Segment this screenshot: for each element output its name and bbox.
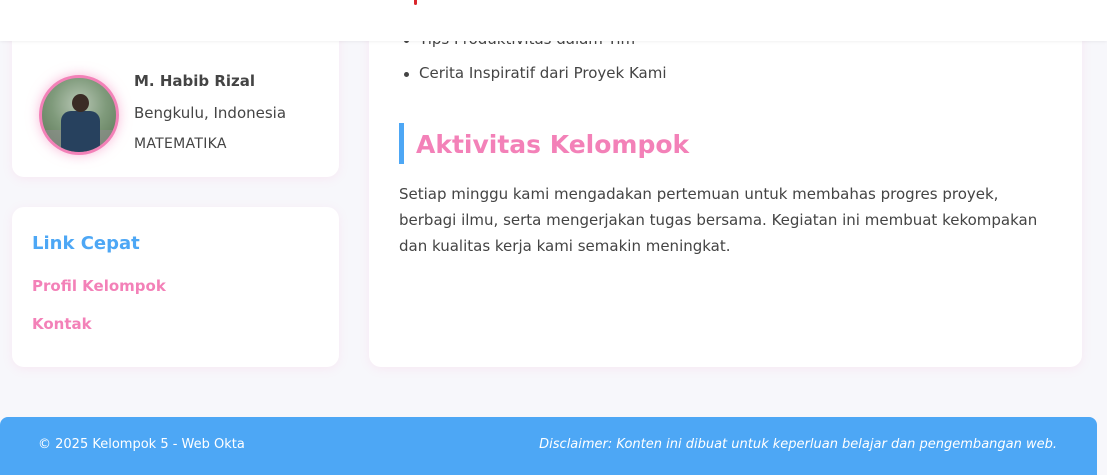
quick-links-title: Link Cepat	[32, 233, 140, 254]
top-navbar	[0, 0, 1107, 41]
main-content-card: Tips Produktivitas dalam Tim Cerita Insp…	[369, 0, 1082, 367]
profile-location: Bengkulu, Indonesia	[134, 104, 287, 122]
footer-copyright: © 2025 Kelompok 5 - Web Okta	[38, 437, 245, 452]
profile-major: MATEMATIKA	[134, 136, 227, 152]
section-paragraph: Setiap minggu kami mengadakan pertemuan …	[399, 185, 1038, 255]
nav-indicator	[414, 0, 417, 5]
link-profil-kelompok[interactable]: Profil Kelompok	[32, 277, 166, 295]
avatar-person-head	[72, 94, 89, 112]
link-kontak[interactable]: Kontak	[32, 315, 92, 333]
avatar-person-body	[61, 111, 100, 152]
footer: © 2025 Kelompok 5 - Web Okta Disclaimer:…	[0, 417, 1097, 475]
section-heading: Aktivitas Kelompok	[399, 123, 689, 164]
quick-links-card: Link Cepat Profil Kelompok Kontak	[12, 207, 339, 367]
list-item: Cerita Inspiratif dari Proyek Kami	[404, 64, 667, 98]
avatar	[39, 75, 119, 155]
profile-name: M. Habib Rizal	[134, 72, 256, 90]
footer-disclaimer: Disclaimer: Konten ini dibuat untuk kepe…	[539, 437, 1057, 452]
